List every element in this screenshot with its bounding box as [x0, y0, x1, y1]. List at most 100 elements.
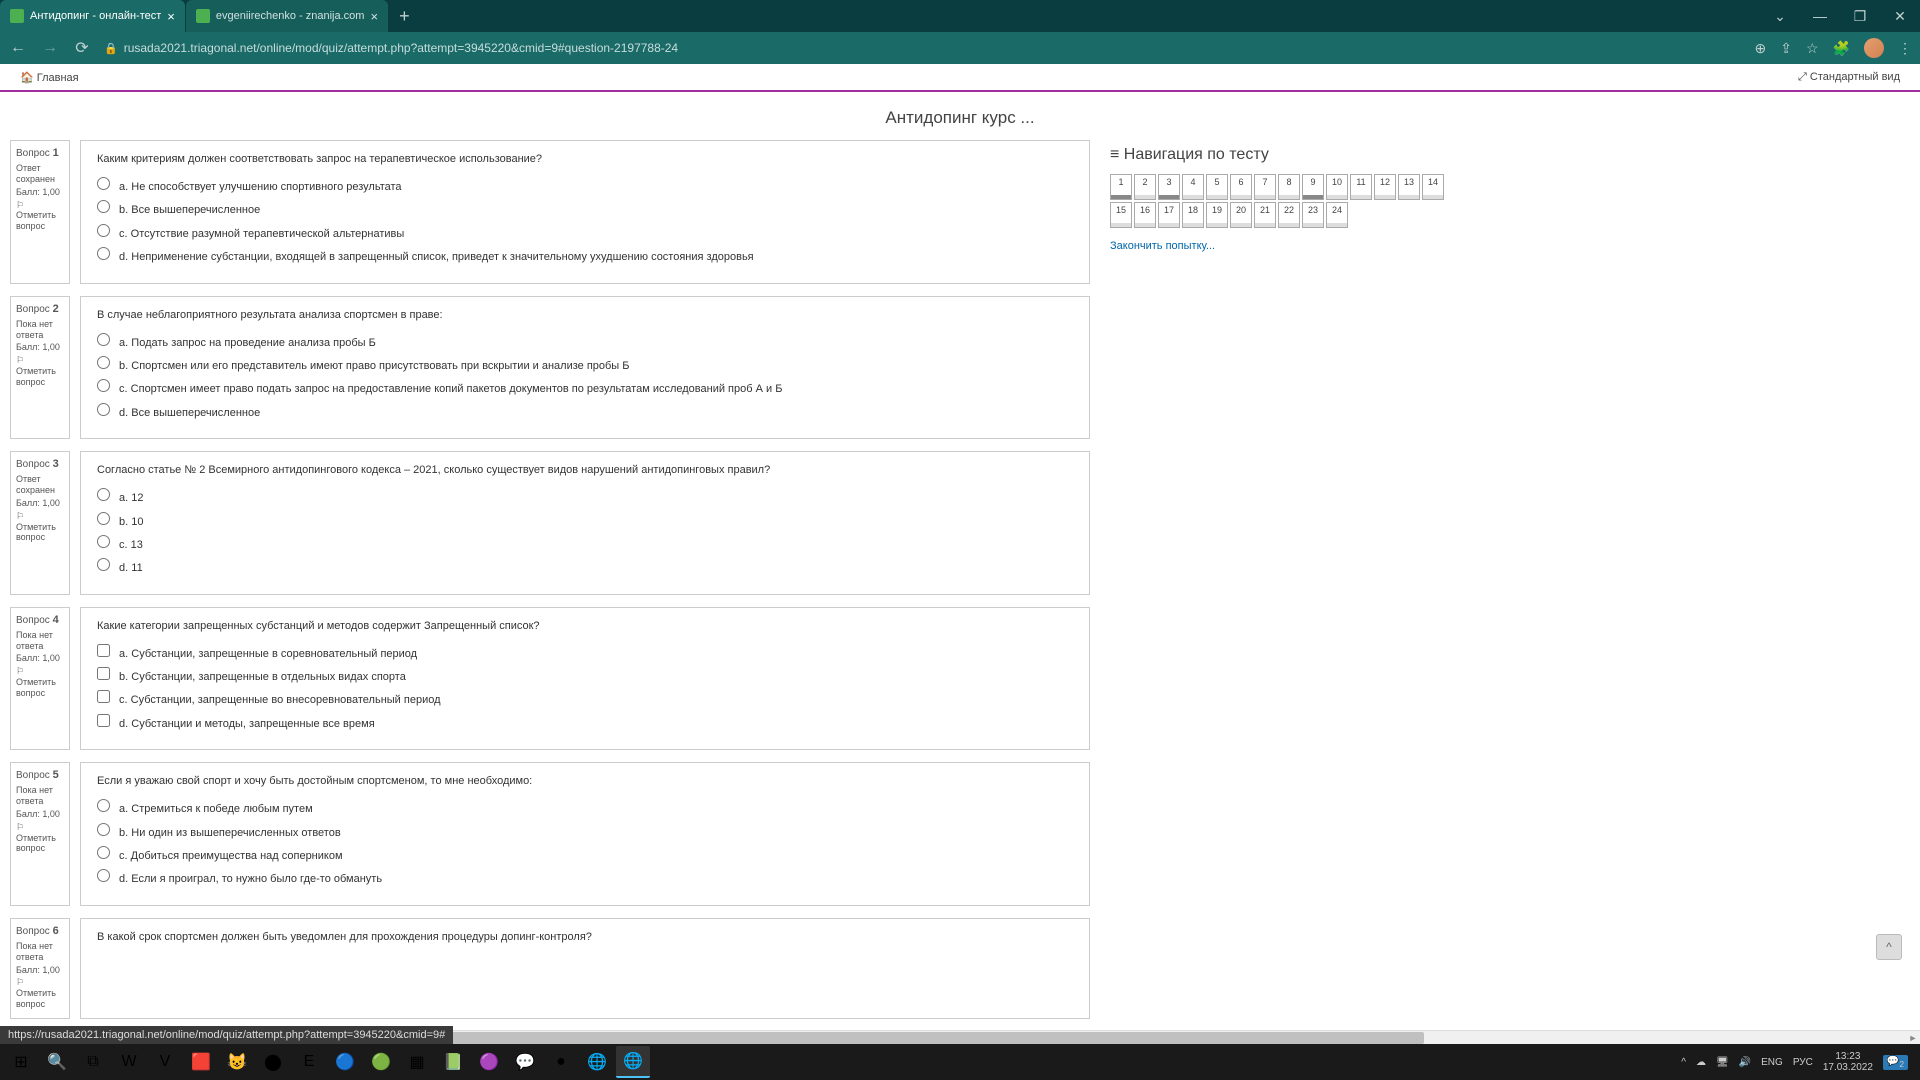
- answer-option[interactable]: d. Субстанции и методы, запрещенные все …: [97, 714, 1073, 732]
- taskbar-app-13[interactable]: 🟣: [472, 1046, 506, 1078]
- answer-input[interactable]: [97, 177, 110, 190]
- answer-input[interactable]: [97, 379, 110, 392]
- taskbar-app-7[interactable]: ⬤: [256, 1046, 290, 1078]
- flag-question-link[interactable]: Отметить вопрос: [16, 977, 64, 1009]
- taskbar-app-15[interactable]: ●: [544, 1046, 578, 1078]
- menu-icon[interactable]: ⋮: [1898, 40, 1912, 57]
- tray-chevron-icon[interactable]: ^: [1681, 1057, 1686, 1068]
- nav-cell-12[interactable]: 12: [1374, 174, 1396, 200]
- answer-input[interactable]: [97, 667, 110, 680]
- answer-option[interactable]: c. Добиться преимущества над соперником: [97, 846, 1073, 864]
- answer-input[interactable]: [97, 247, 110, 260]
- answer-input[interactable]: [97, 714, 110, 727]
- answer-option[interactable]: c. 13: [97, 535, 1073, 553]
- minimize-button[interactable]: —: [1800, 0, 1840, 32]
- answer-option[interactable]: d. Неприменение субстанции, входящей в з…: [97, 247, 1073, 265]
- answer-option[interactable]: d. Все вышеперечисленное: [97, 403, 1073, 421]
- scroll-to-top-button[interactable]: ^: [1876, 934, 1902, 960]
- taskbar-app-17[interactable]: 🌐: [616, 1046, 650, 1078]
- tray-lang1[interactable]: ENG: [1761, 1057, 1783, 1068]
- scroll-right-arrow[interactable]: ►: [1906, 1031, 1920, 1045]
- answer-input[interactable]: [97, 823, 110, 836]
- tray-notifications-icon[interactable]: 💬2: [1883, 1055, 1908, 1070]
- taskbar-app-9[interactable]: 🔵: [328, 1046, 362, 1078]
- answer-option[interactable]: d. 11: [97, 558, 1073, 576]
- taskbar-app-2[interactable]: ⧉: [76, 1046, 110, 1078]
- nav-cell-14[interactable]: 14: [1422, 174, 1444, 200]
- nav-cell-18[interactable]: 18: [1182, 202, 1204, 228]
- nav-cell-5[interactable]: 5: [1206, 174, 1228, 200]
- nav-cell-10[interactable]: 10: [1326, 174, 1348, 200]
- taskbar-app-4[interactable]: V: [148, 1046, 182, 1078]
- nav-cell-1[interactable]: 1: [1110, 174, 1132, 200]
- answer-input[interactable]: [97, 488, 110, 501]
- answer-input[interactable]: [97, 869, 110, 882]
- finish-attempt-link[interactable]: Закончить попытку...: [1110, 240, 1450, 252]
- nav-cell-11[interactable]: 11: [1350, 174, 1372, 200]
- answer-option[interactable]: a. 12: [97, 488, 1073, 506]
- taskbar-app-14[interactable]: 💬: [508, 1046, 542, 1078]
- tray-cloud-icon[interactable]: ☁: [1696, 1057, 1706, 1068]
- answer-input[interactable]: [97, 224, 110, 237]
- taskbar-app-16[interactable]: 🌐: [580, 1046, 614, 1078]
- answer-input[interactable]: [97, 356, 110, 369]
- tray-volume-icon[interactable]: 🔊: [1739, 1057, 1751, 1068]
- taskbar-app-0[interactable]: ⊞: [4, 1046, 38, 1078]
- taskbar-app-8[interactable]: E: [292, 1046, 326, 1078]
- answer-option[interactable]: b. Ни один из вышеперечисленных ответов: [97, 823, 1073, 841]
- nav-cell-22[interactable]: 22: [1278, 202, 1300, 228]
- answer-option[interactable]: a. Подать запрос на проведение анализа п…: [97, 333, 1073, 351]
- answer-option[interactable]: c. Отсутствие разумной терапевтической а…: [97, 224, 1073, 242]
- tray-clock[interactable]: 13:2317.03.2022: [1823, 1051, 1873, 1073]
- extensions-icon[interactable]: 🧩: [1833, 40, 1850, 57]
- nav-cell-6[interactable]: 6: [1230, 174, 1252, 200]
- nav-cell-15[interactable]: 15: [1110, 202, 1132, 228]
- tray-lang2[interactable]: РУС: [1793, 1057, 1813, 1068]
- answer-input[interactable]: [97, 535, 110, 548]
- answer-option[interactable]: b. 10: [97, 512, 1073, 530]
- answer-option[interactable]: a. Субстанции, запрещенные в соревновате…: [97, 644, 1073, 662]
- nav-cell-16[interactable]: 16: [1134, 202, 1156, 228]
- flag-question-link[interactable]: Отметить вопрос: [16, 666, 64, 698]
- nav-cell-2[interactable]: 2: [1134, 174, 1156, 200]
- tab-close-icon[interactable]: ×: [167, 9, 175, 24]
- answer-option[interactable]: a. Не способствует улучшению спортивного…: [97, 177, 1073, 195]
- taskbar-app-5[interactable]: 🟥: [184, 1046, 218, 1078]
- flag-question-link[interactable]: Отметить вопрос: [16, 511, 64, 543]
- share-icon[interactable]: ⇪: [1780, 40, 1792, 57]
- taskbar-app-11[interactable]: ▦: [400, 1046, 434, 1078]
- nav-cell-24[interactable]: 24: [1326, 202, 1348, 228]
- answer-option[interactable]: c. Субстанции, запрещенные во внесоревно…: [97, 690, 1073, 708]
- home-link[interactable]: Главная: [20, 71, 79, 84]
- nav-cell-21[interactable]: 21: [1254, 202, 1276, 228]
- taskbar-app-3[interactable]: W: [112, 1046, 146, 1078]
- back-button[interactable]: ←: [8, 39, 28, 57]
- close-button[interactable]: ✕: [1880, 0, 1920, 32]
- standard-view-link[interactable]: Стандартный вид: [1798, 71, 1900, 84]
- answer-option[interactable]: b. Все вышеперечисленное: [97, 200, 1073, 218]
- answer-input[interactable]: [97, 512, 110, 525]
- nav-cell-17[interactable]: 17: [1158, 202, 1180, 228]
- flag-question-link[interactable]: Отметить вопрос: [16, 200, 64, 232]
- answer-input[interactable]: [97, 799, 110, 812]
- maximize-button[interactable]: ❐: [1840, 0, 1880, 32]
- taskbar-app-6[interactable]: 😺: [220, 1046, 254, 1078]
- chevron-down-icon[interactable]: ⌄: [1760, 0, 1800, 32]
- tray-network-icon[interactable]: 🖥: [1716, 1057, 1729, 1068]
- answer-input[interactable]: [97, 333, 110, 346]
- url-field[interactable]: 🔒 rusada2021.triagonal.net/online/mod/qu…: [104, 41, 1743, 55]
- forward-button[interactable]: →: [40, 39, 60, 57]
- answer-option[interactable]: d. Если я проиграл, то нужно было где-то…: [97, 869, 1073, 887]
- bookmark-icon[interactable]: ☆: [1806, 40, 1819, 57]
- flag-question-link[interactable]: Отметить вопрос: [16, 822, 64, 854]
- answer-option[interactable]: a. Стремиться к победе любым путем: [97, 799, 1073, 817]
- answer-option[interactable]: b. Субстанции, запрещенные в отдельных в…: [97, 667, 1073, 685]
- nav-cell-19[interactable]: 19: [1206, 202, 1228, 228]
- taskbar-app-12[interactable]: 📗: [436, 1046, 470, 1078]
- nav-cell-20[interactable]: 20: [1230, 202, 1252, 228]
- nav-cell-7[interactable]: 7: [1254, 174, 1276, 200]
- search-in-page-icon[interactable]: ⊕: [1755, 40, 1767, 57]
- nav-cell-3[interactable]: 3: [1158, 174, 1180, 200]
- reload-button[interactable]: ⟳: [72, 38, 92, 58]
- answer-input[interactable]: [97, 690, 110, 703]
